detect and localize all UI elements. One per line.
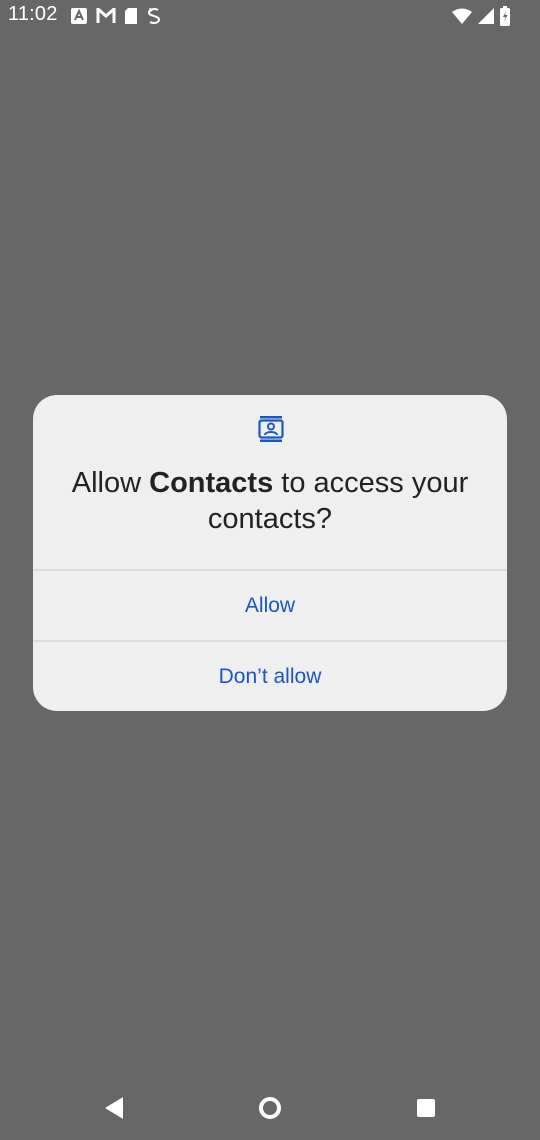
status-time: 11:02 xyxy=(8,3,58,25)
back-button[interactable] xyxy=(96,1092,132,1128)
permission-dialog: Allow Contacts to access your contacts? … xyxy=(33,395,507,711)
inbox-icon xyxy=(70,7,88,25)
recents-icon xyxy=(416,1098,436,1123)
system-icons xyxy=(452,5,510,27)
status-bar: 11:02 xyxy=(0,0,540,34)
notification-icons xyxy=(70,6,162,26)
dialog-title-prefix: Allow xyxy=(71,467,150,499)
recents-button[interactable] xyxy=(408,1092,444,1128)
sd-card-icon xyxy=(124,7,138,25)
dialog-app-name: Contacts xyxy=(149,467,274,499)
back-icon xyxy=(103,1096,125,1125)
signal-icon xyxy=(478,8,494,24)
home-button[interactable] xyxy=(252,1092,288,1128)
sync-icon xyxy=(146,7,162,25)
navigation-bar xyxy=(0,1080,540,1140)
wifi-icon xyxy=(452,8,472,24)
mail-icon xyxy=(96,8,116,24)
battery-icon xyxy=(500,6,510,26)
contacts-icon xyxy=(257,415,285,443)
dont-allow-button[interactable]: Don’t allow xyxy=(33,642,507,711)
home-icon xyxy=(257,1095,283,1126)
dialog-title: Allow Contacts to access your contacts? xyxy=(53,465,487,537)
allow-button[interactable]: Allow xyxy=(33,571,507,641)
